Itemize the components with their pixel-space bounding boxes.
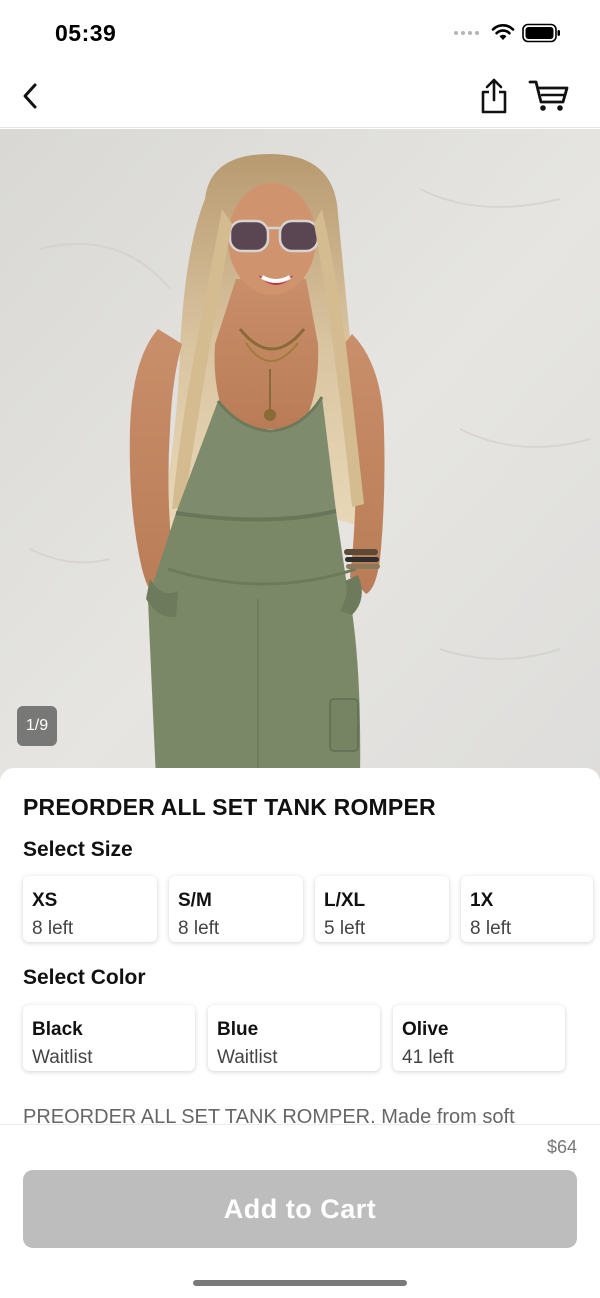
size-option-stock: 5 left	[324, 918, 366, 939]
color-option-blue[interactable]: Blue Waitlist	[208, 1005, 380, 1071]
color-option-stock: Waitlist	[32, 1047, 93, 1068]
size-option-xs[interactable]: XS 8 left	[23, 876, 157, 942]
size-option-stock: 8 left	[178, 918, 220, 939]
cellular-signal-icon	[454, 31, 479, 35]
color-option-black[interactable]: Black Waitlist	[23, 1005, 195, 1071]
size-option-1x[interactable]: 1X 8 left	[461, 876, 593, 942]
product-description: PREORDER ALL SET TANK ROMPER. Made from …	[23, 1106, 515, 1126]
chevron-left-icon	[23, 83, 37, 109]
color-option-olive[interactable]: Olive 41 left	[393, 1005, 565, 1071]
battery-icon	[522, 23, 560, 43]
add-to-cart-button[interactable]: Add to Cart	[23, 1170, 577, 1248]
product-photo	[0, 129, 600, 779]
size-option-stock: 8 left	[470, 918, 512, 939]
select-color-label: Select Color	[23, 966, 146, 989]
color-option-name: Blue	[217, 1019, 259, 1040]
purchase-footer: $64 Add to Cart	[0, 1124, 600, 1298]
color-option-name: Black	[32, 1019, 83, 1040]
status-bar: 05:39	[0, 0, 600, 64]
product-image-gallery[interactable]	[0, 129, 600, 779]
navigation-bar	[0, 64, 600, 128]
product-title: PREORDER ALL SET TANK ROMPER	[23, 794, 436, 820]
size-option-name: XS	[32, 890, 58, 911]
color-option-name: Olive	[402, 1019, 449, 1040]
wifi-icon	[491, 23, 515, 40]
size-option-name: L/XL	[324, 890, 366, 911]
cart-icon	[528, 80, 569, 111]
back-button[interactable]	[12, 78, 48, 114]
status-time: 05:39	[55, 20, 117, 46]
share-icon	[481, 78, 507, 114]
color-option-stock: Waitlist	[217, 1047, 278, 1068]
size-option-name: 1X	[470, 890, 494, 911]
cart-button[interactable]	[526, 76, 572, 116]
image-page-counter: 1/9	[17, 706, 57, 746]
select-size-label: Select Size	[23, 838, 133, 861]
product-price: $64	[546, 1137, 577, 1157]
home-indicator[interactable]	[193, 1280, 407, 1286]
share-button[interactable]	[474, 76, 514, 116]
size-option-lxl[interactable]: L/XL 5 left	[315, 876, 449, 942]
size-option-name: S/M	[178, 890, 212, 911]
size-option-sm[interactable]: S/M 8 left	[169, 876, 303, 942]
size-option-stock: 8 left	[32, 918, 74, 939]
color-option-stock: 41 left	[402, 1047, 454, 1068]
